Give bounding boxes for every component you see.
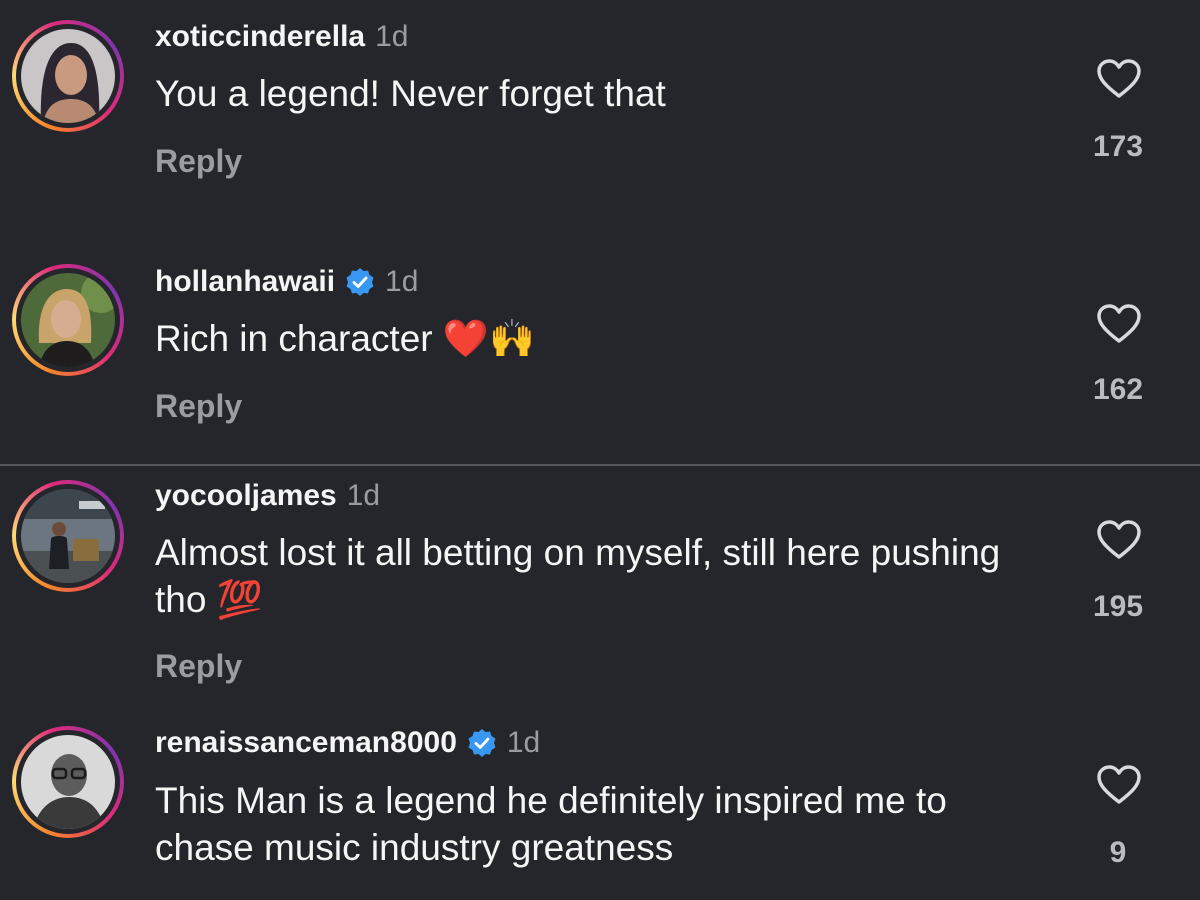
comment-text: This Man is a legend he definitely inspi… xyxy=(155,777,1035,871)
heart-icon[interactable] xyxy=(1096,303,1142,345)
comment-text-content: Almost lost it all betting on myself, st… xyxy=(155,532,1001,620)
avatar-story-ring[interactable] xyxy=(12,20,124,132)
avatar-gap xyxy=(16,484,120,588)
like-count: 195 xyxy=(1092,590,1144,623)
comment-header: renaissanceman8000 1d xyxy=(155,726,540,760)
divider xyxy=(0,464,1200,466)
avatar[interactable] xyxy=(21,29,115,123)
profile-photo-icon xyxy=(21,273,115,367)
comment-text-content: This Man is a legend he definitely inspi… xyxy=(155,780,947,868)
profile-photo-icon xyxy=(21,489,115,583)
comment-header: xoticcinderella 1d xyxy=(155,20,408,54)
timestamp: 1d xyxy=(506,726,541,759)
reply-button[interactable]: Reply xyxy=(155,143,242,180)
avatar-gap xyxy=(16,24,120,128)
heart-icon[interactable] xyxy=(1096,58,1142,100)
avatar[interactable] xyxy=(21,735,115,829)
like-count: 9 xyxy=(1109,836,1127,869)
profile-photo-icon xyxy=(21,735,115,829)
avatar[interactable] xyxy=(21,273,115,367)
comment-text-content: You a legend! Never forget that xyxy=(155,73,666,114)
timestamp: 1d xyxy=(385,265,419,298)
reply-button[interactable]: Reply xyxy=(155,388,242,425)
avatar-story-ring[interactable] xyxy=(12,264,124,376)
profile-photo-icon xyxy=(21,29,115,123)
timestamp: 1d xyxy=(375,20,409,53)
comment-text: Rich in character ❤️🙌 xyxy=(155,315,1035,362)
username[interactable]: xoticcinderella xyxy=(155,20,365,54)
verified-badge-icon xyxy=(346,268,374,296)
avatar-gap xyxy=(16,730,120,834)
avatar-gap xyxy=(16,268,120,372)
comment-header: yocooljames 1d xyxy=(155,479,380,513)
heart-icon[interactable] xyxy=(1096,764,1142,806)
timestamp: 1d xyxy=(346,479,381,512)
comment-text-content: Rich in character xyxy=(155,318,433,359)
comment-text: Almost lost it all betting on myself, st… xyxy=(155,529,1035,623)
verified-badge-icon xyxy=(468,729,496,757)
avatar-story-ring[interactable] xyxy=(12,480,124,592)
reply-button[interactable]: Reply xyxy=(155,648,242,685)
like-count: 173 xyxy=(1092,130,1144,163)
emoji-hundred-points: 💯 xyxy=(216,578,263,621)
username[interactable]: hollanhawaii xyxy=(155,265,335,299)
like-count: 162 xyxy=(1092,373,1144,406)
avatar-story-ring[interactable] xyxy=(12,726,124,838)
emoji-heart-raised-hands: ❤️🙌 xyxy=(442,317,536,360)
username[interactable]: renaissanceman8000 xyxy=(155,726,457,760)
avatar[interactable] xyxy=(21,489,115,583)
comment-header: hollanhawaii 1d xyxy=(155,265,418,299)
comment-text: You a legend! Never forget that xyxy=(155,70,1035,117)
heart-icon[interactable] xyxy=(1096,519,1142,561)
username[interactable]: yocooljames xyxy=(155,479,337,513)
